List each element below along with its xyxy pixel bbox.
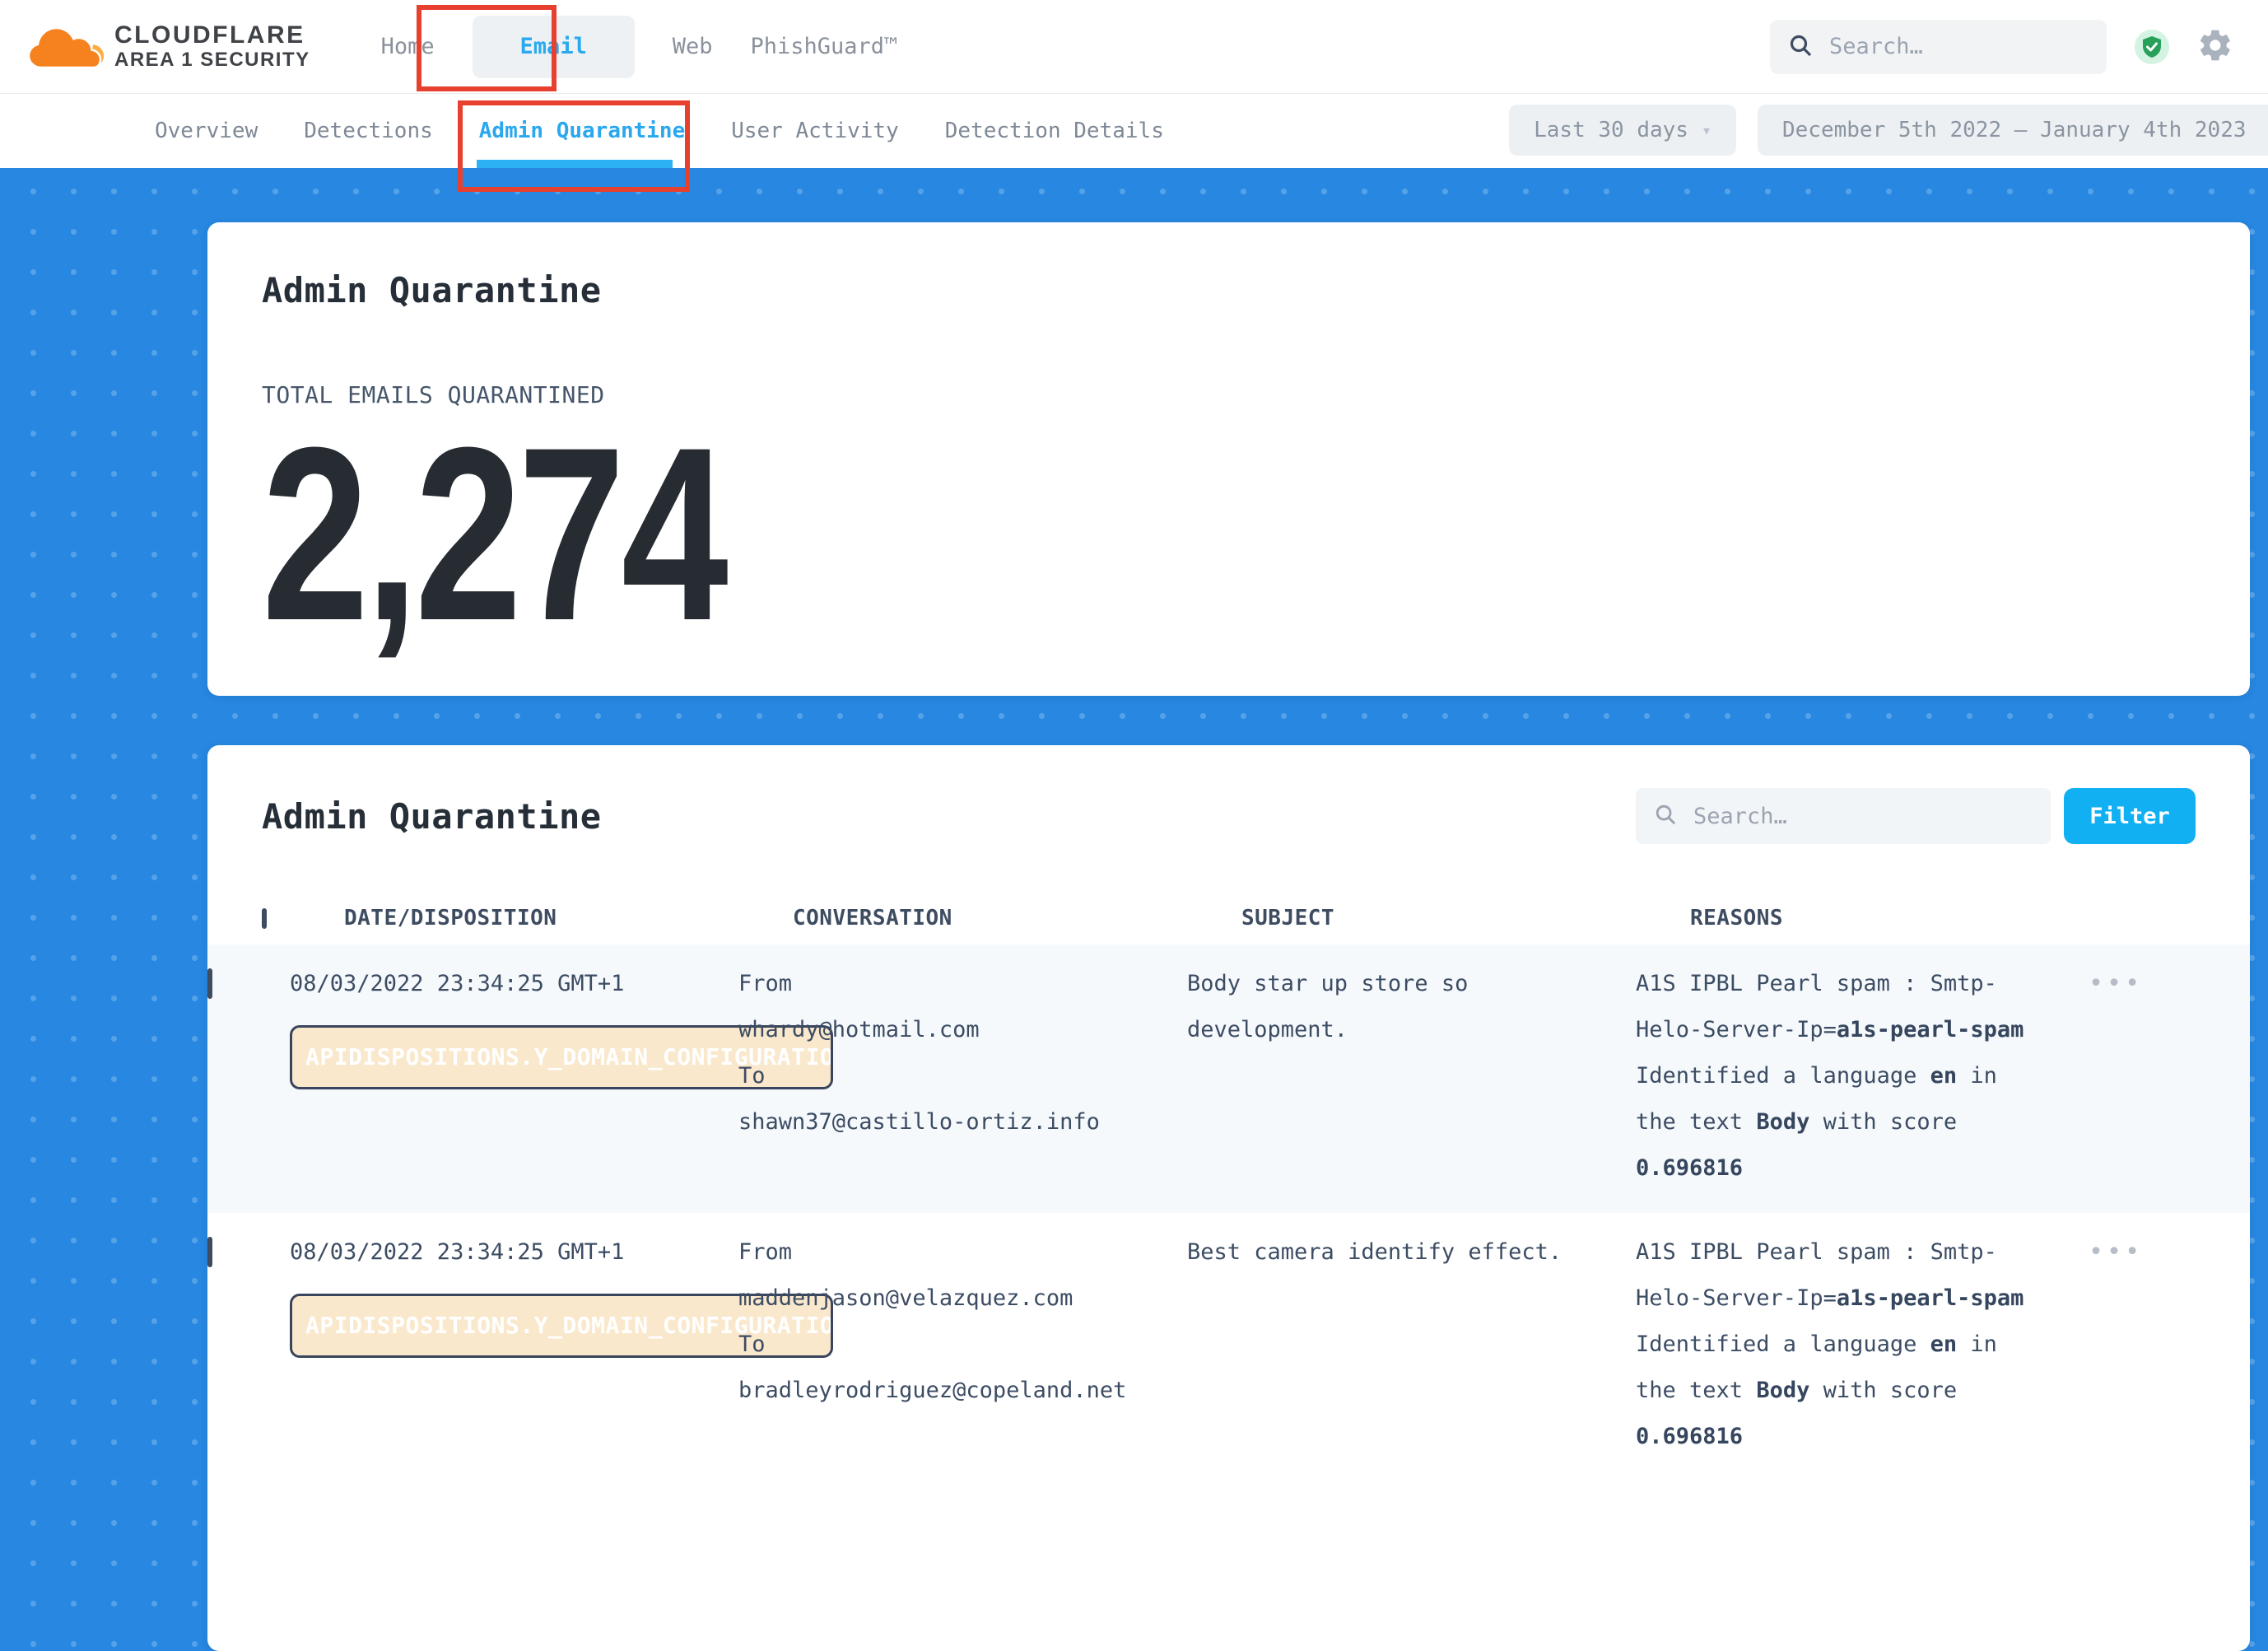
row-actions-ellipsis-icon[interactable]: ••• <box>2089 969 2143 998</box>
filter-button[interactable]: Filter <box>2064 788 2196 844</box>
cell-date-disposition: 08/03/2022 23:34:25 GMT+1 APIDISPOSITION… <box>290 961 738 1192</box>
brand-subtitle: AREA 1 SECURITY <box>114 49 310 71</box>
annotation-box-admin-quarantine <box>458 100 690 192</box>
cell-conversation: From whardy@hotmail.com To shawn37@casti… <box>738 961 1187 1192</box>
cell-date-disposition: 08/03/2022 23:34:25 GMT+1 APIDISPOSITION… <box>290 1229 738 1460</box>
nav-item-phishguard[interactable]: PhishGuard™ <box>750 34 897 59</box>
to-address: shawn37@castillo-ortiz.info <box>738 1099 1187 1145</box>
to-label: To <box>738 1322 1187 1368</box>
row-date: 08/03/2022 23:34:25 GMT+1 <box>290 961 738 1007</box>
nav-item-web[interactable]: Web <box>673 34 713 59</box>
shield-check-icon <box>2140 35 2163 58</box>
to-address: bradleyrodriguez@copeland.net <box>738 1368 1187 1414</box>
chevron-down-icon: ▾ <box>1702 120 1711 140</box>
from-address: whardy@hotmail.com <box>738 1007 1187 1053</box>
cell-conversation: From maddenjason@velazquez.com To bradle… <box>738 1229 1187 1460</box>
column-header-conversation: CONVERSATION <box>793 906 1241 930</box>
row-date: 08/03/2022 23:34:25 GMT+1 <box>290 1229 738 1276</box>
table-row: 08/03/2022 23:34:25 GMT+1 APIDISPOSITION… <box>207 1213 2250 1481</box>
table-header-row: DATE/DISPOSITION CONVERSATION SUBJECT RE… <box>207 892 2250 944</box>
cell-reasons: A1S IPBL Pearl spam : Smtp-Helo-Server-I… <box>1636 961 2064 1192</box>
table-search-input[interactable] <box>1692 803 2033 830</box>
from-label: From <box>738 1229 1187 1276</box>
app-header: CLOUDFLARE AREA 1 SECURITY Home Email We… <box>0 0 2268 94</box>
from-label: From <box>738 961 1187 1007</box>
table-search[interactable] <box>1636 788 2051 844</box>
row-checkbox[interactable] <box>207 968 212 999</box>
select-all-checkbox[interactable] <box>262 908 267 929</box>
date-range-display[interactable]: December 5th 2022 — January 4th 2023 <box>1758 105 2268 156</box>
column-header-reasons: REASONS <box>1690 906 2118 930</box>
column-header-subject: SUBJECT <box>1241 906 1690 930</box>
cell-subject: Best camera identify effect. <box>1187 1229 1636 1460</box>
table-card-title: Admin Quarantine <box>262 796 602 837</box>
quarantine-table-card: Admin Quarantine Filter DATE/DISPOSITION… <box>207 745 2250 1651</box>
tab-user-activity[interactable]: User Activity <box>731 93 899 168</box>
table-row: 08/03/2022 23:34:25 GMT+1 APIDISPOSITION… <box>207 944 2250 1213</box>
global-search-input[interactable] <box>1828 33 2089 60</box>
global-search[interactable] <box>1770 20 2107 74</box>
total-emails-value: 2,274 <box>262 410 724 657</box>
tab-overview[interactable]: Overview <box>155 93 258 168</box>
row-checkbox[interactable] <box>207 1237 212 1267</box>
search-icon <box>1654 803 1677 829</box>
cloudflare-cloud-icon <box>29 21 105 72</box>
to-label: To <box>738 1053 1187 1099</box>
summary-card-title: Admin Quarantine <box>262 270 2196 310</box>
email-section-nav: Overview Detections Admin Quarantine Use… <box>0 93 2268 168</box>
tab-detections[interactable]: Detections <box>304 93 433 168</box>
annotation-box-email <box>417 5 557 91</box>
tab-detection-details[interactable]: Detection Details <box>945 93 1164 168</box>
cell-subject: Body star up store so development. <box>1187 961 1636 1192</box>
from-address: maddenjason@velazquez.com <box>738 1276 1187 1322</box>
protection-status-badge[interactable] <box>2135 30 2169 64</box>
cell-reasons: A1S IPBL Pearl spam : Smtp-Helo-Server-I… <box>1636 1229 2064 1460</box>
search-icon <box>1788 33 1813 61</box>
brand-name: CLOUDFLARE <box>114 23 310 48</box>
cloudflare-logo: CLOUDFLARE AREA 1 SECURITY <box>29 21 310 72</box>
settings-gear-icon[interactable] <box>2197 27 2233 67</box>
time-range-label: Last 30 days <box>1534 118 1688 142</box>
column-header-date-disposition: DATE/DISPOSITION <box>344 906 793 930</box>
row-actions-ellipsis-icon[interactable]: ••• <box>2089 1238 2143 1266</box>
date-range-text: December 5th 2022 — January 4th 2023 <box>1782 118 2247 142</box>
quarantine-summary-card: Admin Quarantine TOTAL EMAILS QUARANTINE… <box>207 222 2250 696</box>
time-range-dropdown[interactable]: Last 30 days ▾ <box>1509 105 1736 156</box>
